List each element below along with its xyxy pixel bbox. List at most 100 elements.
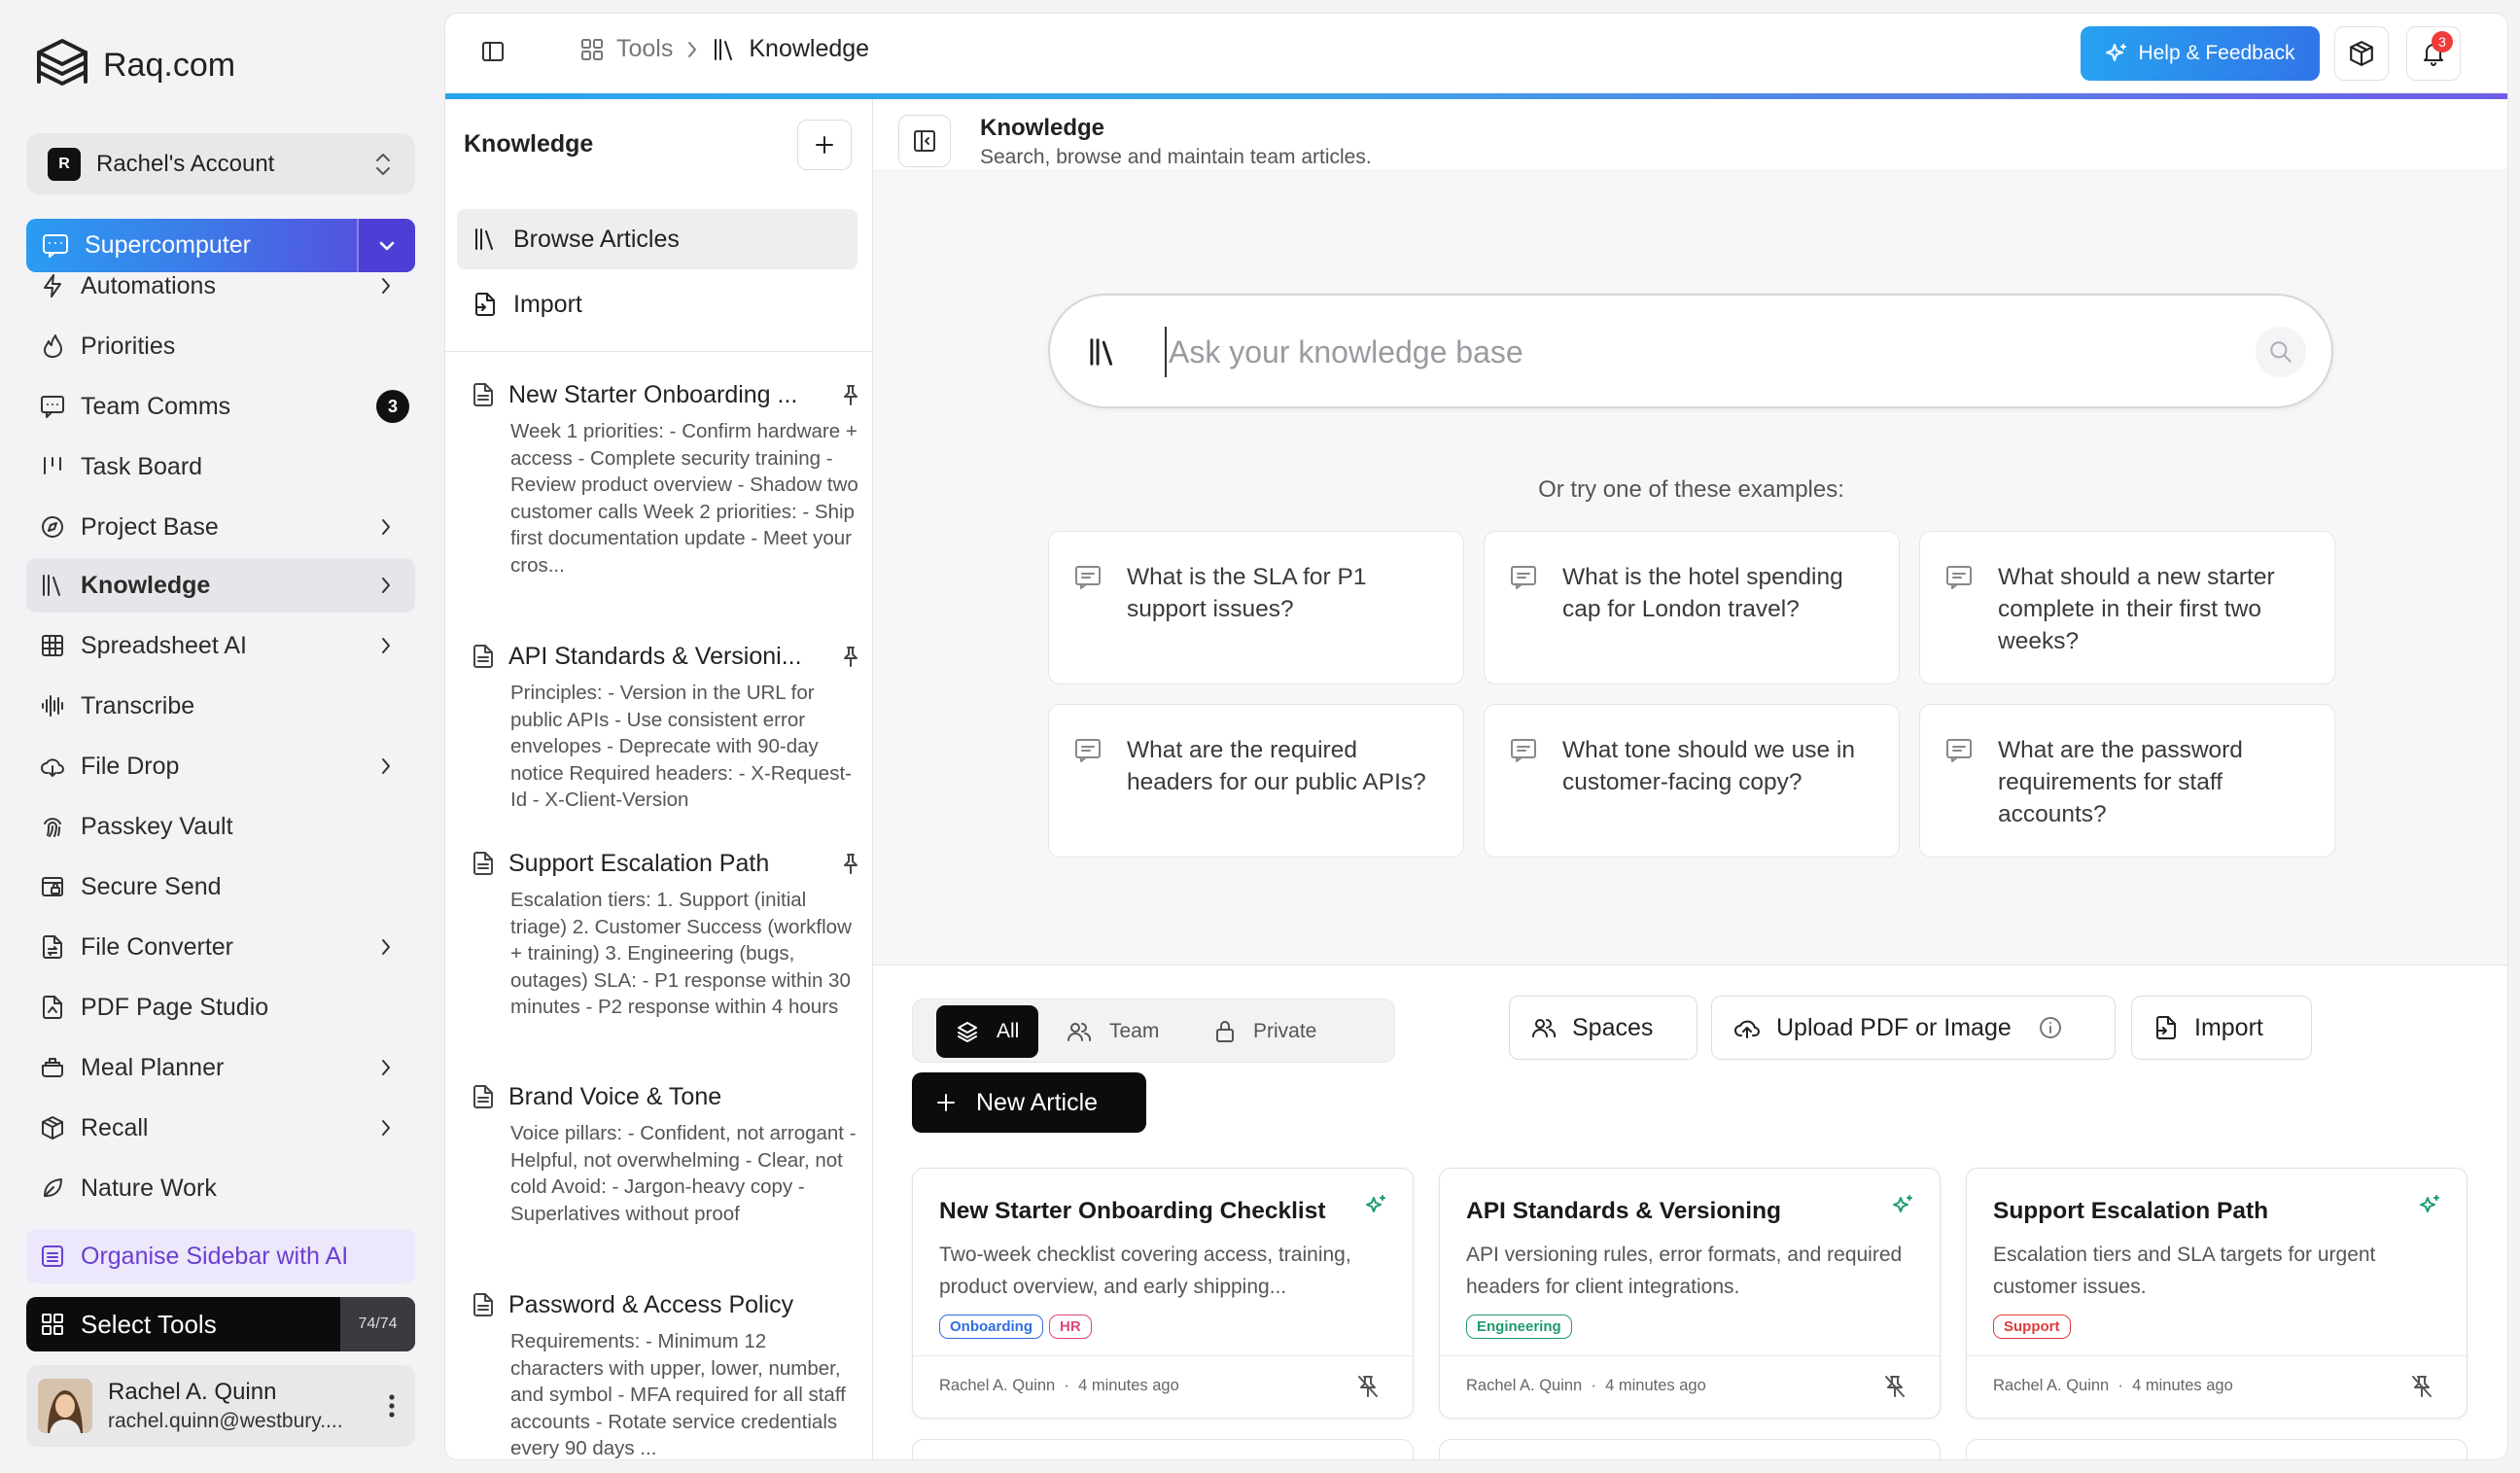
notifications-button[interactable]: 3 <box>2406 26 2461 81</box>
pin-icon[interactable] <box>841 384 860 405</box>
sidebar-item-secure-send[interactable]: Secure Send <box>26 859 415 914</box>
message-icon <box>1510 565 1537 590</box>
filter-private-tab[interactable]: Private <box>1195 1005 1336 1058</box>
sidebar-item-priorities[interactable]: Priorities <box>26 319 415 373</box>
filter-all-tab[interactable]: All <box>936 1005 1039 1058</box>
sidebar-item-automations[interactable]: Automations <box>26 274 415 313</box>
library-icon <box>1087 336 1118 368</box>
sidebar-item-task-board[interactable]: Task Board <box>26 439 415 494</box>
tag-badge[interactable]: Onboarding <box>939 1315 1043 1339</box>
pin-icon[interactable] <box>841 646 860 667</box>
account-badge: R <box>48 147 81 181</box>
article-excerpt: Voice pillars: - Confident, not arrogant… <box>510 1122 857 1225</box>
pin-off-icon[interactable] <box>1883 1374 1907 1399</box>
sidebar-item-knowledge[interactable]: Knowledge <box>26 558 415 613</box>
sidebar-item-pdf-page-studio[interactable]: PDF Page Studio <box>26 980 415 1035</box>
account-switcher[interactable]: R Rachel's Account <box>26 133 415 194</box>
article-card-meta: Rachel A. Quinn · 4 minutes ago <box>1993 1377 2233 1394</box>
upload-button[interactable]: Upload PDF or Image <box>1711 996 2116 1060</box>
sidebar-item-nature-work[interactable]: Nature Work <box>26 1161 415 1215</box>
article-list-item[interactable]: Password & Access Policy Requirements: -… <box>472 1289 860 1459</box>
search-submit-button[interactable] <box>2256 327 2306 377</box>
new-article-label: New Article <box>976 1088 1099 1116</box>
upload-label: Upload PDF or Image <box>1776 1013 2012 1041</box>
breadcrumb-tools[interactable]: Tools <box>579 35 673 63</box>
example-card[interactable]: What tone should we use in customer-faci… <box>1484 704 1900 858</box>
filter-team-tab[interactable]: Team <box>1047 1005 1178 1058</box>
pin-off-icon[interactable] <box>1356 1374 1380 1399</box>
example-card[interactable]: What is the hotel spending cap for Londo… <box>1484 531 1900 684</box>
plus-icon <box>935 1092 957 1113</box>
example-card[interactable]: What should a new starter complete in th… <box>1919 531 2335 684</box>
select-tools-button[interactable]: Select Tools 74/74 <box>26 1297 415 1351</box>
leaf-icon <box>40 1175 65 1201</box>
article-card-meta: Rachel A. Quinn · 4 minutes ago <box>1466 1377 1706 1394</box>
pin-icon[interactable] <box>841 853 860 874</box>
article-list-item[interactable]: Brand Voice & Tone Voice pillars: - Conf… <box>472 1081 860 1227</box>
example-card[interactable]: What are the required headers for our pu… <box>1048 704 1464 858</box>
divider <box>1440 1355 1940 1356</box>
article-card-description: API versioning rules, error formats, and… <box>1466 1244 1903 1298</box>
topbar: Tools Knowledge Help & Feedback 3 <box>445 14 2507 97</box>
knowledge-panel-title: Knowledge <box>464 130 594 158</box>
sidebar-item-label: Passkey Vault <box>81 812 233 840</box>
spaces-button[interactable]: Spaces <box>1509 996 1698 1060</box>
supercomputer-dropdown[interactable] <box>357 219 415 272</box>
article-card[interactable]: New Starter Onboarding Checklist Two-wee… <box>912 1168 1414 1419</box>
flame-icon <box>40 333 65 359</box>
avatar <box>38 1379 92 1433</box>
grid-tools-icon <box>40 1312 65 1337</box>
organise-sidebar-label: Organise Sidebar with AI <box>81 1242 349 1270</box>
browse-articles-item[interactable]: Browse Articles <box>457 209 858 269</box>
chevron-right-icon <box>380 636 392 655</box>
sidebar-nav: Automations Priorities Team Comms 3 Task… <box>0 274 438 1217</box>
search-input[interactable] <box>1165 327 2234 377</box>
chevron-right-icon <box>380 756 392 776</box>
article-card[interactable]: API Standards & Versioning API versionin… <box>1439 1168 1941 1419</box>
examples-label: Or try one of these examples: <box>1538 476 1844 503</box>
more-vertical-icon[interactable] <box>388 1392 396 1420</box>
sidebar-item-meal-planner[interactable]: Meal Planner <box>26 1040 415 1095</box>
user-profile[interactable]: Rachel A. Quinn rachel.quinn@westbury...… <box>26 1365 415 1447</box>
sparkle-icon <box>1364 1194 1387 1217</box>
import-item[interactable]: Import <box>457 274 858 334</box>
tag-badge[interactable]: Engineering <box>1466 1315 1572 1339</box>
article-list-item[interactable]: Support Escalation Path Escalation tiers… <box>472 848 860 1021</box>
article-list-item[interactable]: API Standards & Versioni... Principles: … <box>472 641 860 814</box>
filter-all-label: All <box>997 1020 1020 1042</box>
supercomputer-main[interactable]: Supercomputer <box>26 219 357 272</box>
article-card[interactable]: Support Escalation Path Escalation tiers… <box>1966 1168 2468 1419</box>
box-button[interactable] <box>2334 26 2389 81</box>
brand[interactable]: Raq.com <box>35 37 235 93</box>
page-title: Knowledge <box>980 115 1105 141</box>
sidebar-item-spreadsheet-ai[interactable]: Spreadsheet AI <box>26 618 415 673</box>
sidebar-item-passkey-vault[interactable]: Passkey Vault <box>26 799 415 854</box>
help-feedback-button[interactable]: Help & Feedback <box>2081 26 2320 81</box>
tag-badge[interactable]: Support <box>1993 1315 2071 1339</box>
import-button[interactable]: Import <box>2131 996 2312 1060</box>
new-article-button[interactable]: New Article <box>912 1072 1146 1133</box>
example-card[interactable]: What are the password requirements for s… <box>1919 704 2335 858</box>
sidebar-item-transcribe[interactable]: Transcribe <box>26 679 415 733</box>
add-article-button[interactable] <box>797 120 852 170</box>
organise-sidebar-button[interactable]: Organise Sidebar with AI <box>26 1229 415 1283</box>
sidebar-item-recall[interactable]: Recall <box>26 1101 415 1155</box>
article-card[interactable] <box>1966 1439 2468 1459</box>
sidebar-item-team-comms[interactable]: Team Comms 3 <box>26 379 415 434</box>
sidebar-item-file-converter[interactable]: File Converter <box>26 920 415 974</box>
panel-toggle-button[interactable] <box>898 115 951 167</box>
sidebar-item-label: Task Board <box>81 452 203 480</box>
chevron-right-icon <box>380 576 392 595</box>
article-list-item[interactable]: New Starter Onboarding ... Week 1 priori… <box>472 379 860 579</box>
info-icon[interactable] <box>2039 1016 2062 1039</box>
article-card[interactable] <box>1439 1439 1941 1459</box>
pin-off-icon[interactable] <box>2410 1374 2433 1399</box>
tag-badge[interactable]: HR <box>1049 1315 1092 1339</box>
sidebar-item-file-drop[interactable]: File Drop <box>26 739 415 793</box>
supercomputer-button[interactable]: Supercomputer <box>26 219 415 272</box>
example-card[interactable]: What is the SLA for P1 support issues? <box>1048 531 1464 684</box>
article-card[interactable] <box>912 1439 1414 1459</box>
sidebar-item-project-base[interactable]: Project Base <box>26 500 415 554</box>
user-email: rachel.quinn@westbury.... <box>108 1410 343 1432</box>
sidebar-toggle-icon[interactable] <box>480 39 506 64</box>
